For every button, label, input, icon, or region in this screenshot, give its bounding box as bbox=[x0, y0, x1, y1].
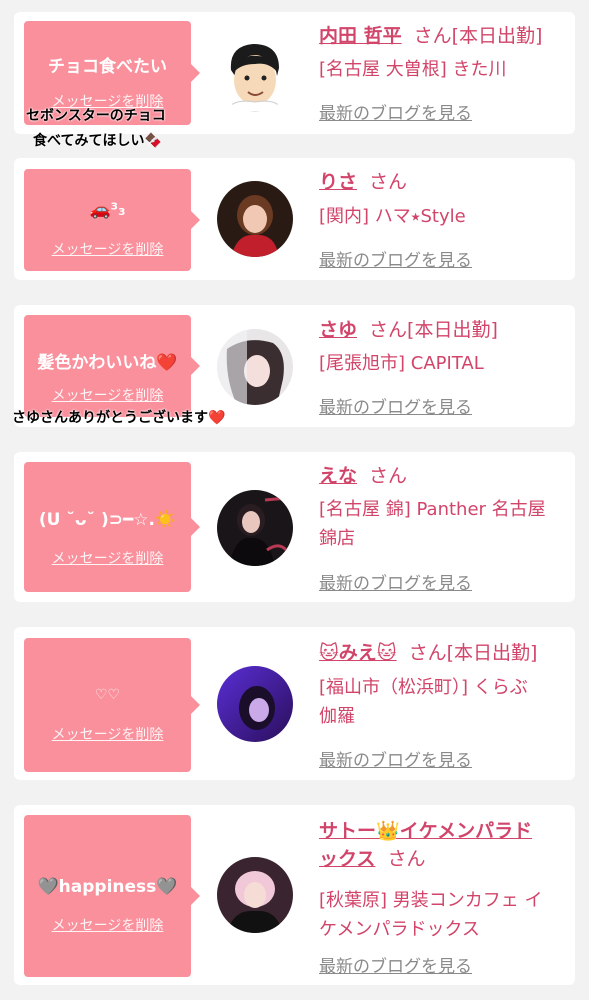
name-line: サトー👑イケメンパラド ックス さん bbox=[319, 817, 567, 873]
woman-photo-avatar-icon bbox=[217, 329, 293, 405]
reply-text: 食べてみてほしい🍫 bbox=[33, 131, 162, 152]
name-line: 🐱みえ🐱 さん[本日出勤] bbox=[319, 639, 567, 667]
view-blog-link[interactable]: 最新のブログを見る bbox=[319, 246, 472, 271]
name-line: りさ さん bbox=[319, 168, 567, 196]
avatar[interactable] bbox=[217, 36, 293, 112]
message-card: (U ˘ᴗ˘ )⊃━☆.☀️ メッセージを削除 えな さん [名古屋 錦] Pan… bbox=[14, 452, 575, 602]
view-blog-link[interactable]: 最新のブログを見る bbox=[319, 746, 472, 771]
message-bubble: (U ˘ᴗ˘ )⊃━☆.☀️ メッセージを削除 bbox=[24, 462, 200, 592]
message-card: 🩶happiness🩶 メッセージを削除 サトー👑イケメンパラド ックス さん [… bbox=[14, 805, 575, 985]
view-blog-link[interactable]: 最新のブログを見る bbox=[319, 569, 472, 594]
honorific: さん bbox=[369, 319, 408, 341]
message-bubble: ♡♡ メッセージを削除 bbox=[24, 638, 200, 772]
shop-info-line: [名古屋 錦] Panther 名古屋 bbox=[319, 499, 546, 520]
cast-name-link[interactable]: さゆ bbox=[319, 319, 357, 341]
avatar[interactable] bbox=[217, 666, 293, 742]
woman-photo-avatar-icon bbox=[217, 857, 293, 933]
shop-info: [名古屋 錦] Panther 名古屋 錦店 bbox=[319, 495, 565, 553]
message-bubble: 🚗³₃ メッセージを削除 bbox=[24, 169, 200, 271]
message-card: ♡♡ メッセージを削除 🐱みえ🐱 さん[本日出勤] [福山市（松浜町）] くらぶ … bbox=[14, 627, 575, 780]
avatar[interactable] bbox=[217, 490, 293, 566]
delete-message-link[interactable]: メッセージを削除 bbox=[24, 724, 191, 744]
shop-info: [関内] ハマ⭑Style bbox=[319, 206, 466, 227]
view-blog-link[interactable]: 最新のブログを見る bbox=[319, 952, 472, 977]
shop-info-line: [秋葉原] 男装コンカフェ イ bbox=[319, 890, 543, 911]
honorific: さん bbox=[408, 642, 447, 664]
shop-info: [秋葉原] 男装コンカフェ イ ケメンパラドックス bbox=[319, 886, 565, 944]
shop-info: [尾張旭市] CAPITAL bbox=[319, 353, 484, 374]
view-blog-link[interactable]: 最新のブログを見る bbox=[319, 99, 472, 124]
woman-photo-avatar-icon bbox=[217, 181, 293, 257]
reply-line: セボンスターのチョコ bbox=[26, 108, 166, 124]
delete-message-link[interactable]: メッセージを削除 bbox=[24, 385, 191, 405]
cartoon-man-avatar-icon bbox=[217, 36, 293, 112]
shop-info-line: [福山市（松浜町）] くらぶ bbox=[319, 677, 528, 698]
honorific: さん bbox=[413, 25, 452, 47]
reply-text: さゆさんありがとうございます❤️ bbox=[12, 410, 226, 426]
delete-message-link[interactable]: メッセージを削除 bbox=[24, 239, 191, 259]
delete-message-link[interactable]: メッセージを削除 bbox=[24, 915, 191, 935]
name-line: さゆ さん[本日出勤] bbox=[319, 316, 567, 344]
status-badge: [本日出勤] bbox=[407, 319, 498, 341]
message-text: 🚗³₃ bbox=[89, 200, 126, 220]
status-badge: [本日出勤] bbox=[451, 25, 543, 47]
name-line: えな さん bbox=[319, 462, 567, 490]
view-blog-link[interactable]: 最新のブログを見る bbox=[319, 393, 472, 418]
message-bubble: 🩶happiness🩶 メッセージを削除 bbox=[24, 815, 200, 977]
cast-name-link[interactable]: 🐱みえ🐱 bbox=[319, 642, 397, 664]
message-text: (U ˘ᴗ˘ )⊃━☆.☀️ bbox=[38, 510, 177, 530]
message-text: 髪色かわいいね❤️ bbox=[37, 353, 178, 373]
cast-name-link[interactable]: サトー👑イケメンパラド bbox=[319, 820, 532, 842]
cast-name-link[interactable]: 内田 哲平 bbox=[319, 25, 402, 47]
cast-name-link[interactable]: りさ bbox=[319, 171, 357, 193]
shop-info-line: 伽羅 bbox=[319, 706, 355, 727]
woman-photo-avatar-icon bbox=[217, 490, 293, 566]
honorific: さん bbox=[369, 171, 408, 193]
status-badge: [本日出勤] bbox=[446, 642, 538, 664]
message-bubble: 髪色かわいいね❤️ メッセージを削除 bbox=[24, 315, 200, 417]
cast-name-link[interactable]: ックス bbox=[319, 848, 375, 870]
name-line: 内田 哲平 さん[本日出勤] bbox=[319, 22, 567, 50]
shop-info: [名古屋 大曽根] きた川 bbox=[319, 59, 507, 80]
avatar[interactable] bbox=[217, 329, 293, 405]
shop-info-line: ケメンパラドックス bbox=[319, 919, 480, 940]
reply-line: 食べてみてほしい🍫 bbox=[33, 133, 162, 149]
message-text: 🩶happiness🩶 bbox=[37, 877, 178, 897]
cast-name-link[interactable]: えな bbox=[319, 465, 357, 487]
delete-message-link[interactable]: メッセージを削除 bbox=[24, 548, 191, 568]
honorific: さん bbox=[387, 848, 426, 870]
message-text: ♡♡ bbox=[94, 687, 121, 703]
avatar[interactable] bbox=[217, 181, 293, 257]
message-text: チョコ食べたい bbox=[48, 57, 167, 77]
avatar[interactable] bbox=[217, 857, 293, 933]
shop-info-line: 錦店 bbox=[319, 528, 355, 549]
shop-info: [福山市（松浜町）] くらぶ 伽羅 bbox=[319, 673, 565, 731]
reply-text: セボンスターのチョコ bbox=[26, 106, 166, 127]
woman-photo-avatar-icon bbox=[217, 666, 293, 742]
honorific: さん bbox=[369, 465, 408, 487]
message-card: 🚗³₃ メッセージを削除 りさ さん [関内] ハマ⭑Style 最新のブログを見… bbox=[14, 158, 575, 280]
